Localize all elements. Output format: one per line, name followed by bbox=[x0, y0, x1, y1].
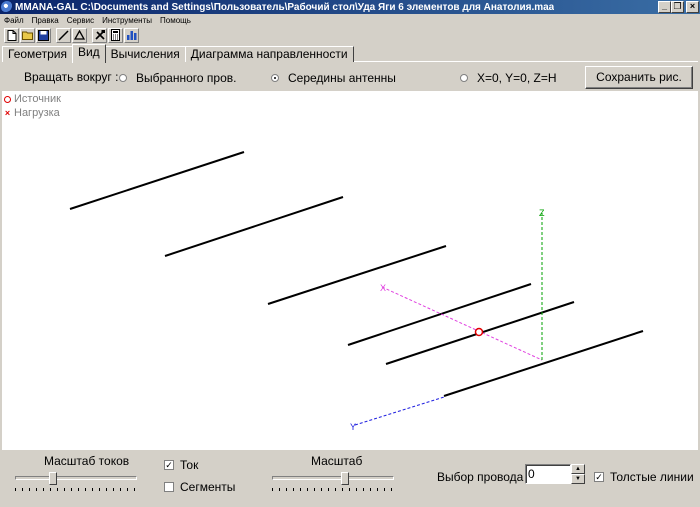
slider-thumb[interactable] bbox=[49, 472, 57, 485]
menu-edit[interactable]: Правка bbox=[28, 16, 63, 25]
save-picture-button[interactable]: Сохранить рис. bbox=[585, 66, 693, 89]
antenna-element bbox=[69, 151, 245, 210]
toolbar bbox=[0, 26, 700, 44]
new-file-icon bbox=[7, 29, 16, 41]
chart-icon bbox=[126, 31, 136, 40]
wire-select-input[interactable]: 0 bbox=[525, 464, 571, 484]
y-axis-label: Y bbox=[350, 422, 356, 432]
tools-icon bbox=[94, 30, 105, 40]
x-axis-label: X bbox=[380, 283, 386, 293]
title-bar: MMANA-GAL C:\Documents and Settings\Поль… bbox=[0, 0, 700, 14]
wire-line-icon bbox=[58, 29, 69, 41]
tab-bar: Геометрия Вид Вычисления Диаграмма напра… bbox=[2, 44, 354, 63]
wire-select-label: Выбор провода bbox=[437, 470, 524, 484]
spin-down-icon[interactable]: ▼ bbox=[571, 474, 585, 484]
current-checkbox[interactable]: ✓ Ток bbox=[164, 458, 198, 472]
triangle-tool-button[interactable] bbox=[72, 27, 87, 43]
checkbox-box: ✓ bbox=[164, 460, 174, 470]
checkbox-box: ✓ bbox=[594, 472, 604, 482]
bottom-controls: Масштаб токов ✓ Ток Сегменты Масштаб Выб… bbox=[0, 450, 700, 507]
radio-dot bbox=[119, 74, 127, 82]
radio-origin[interactable]: X=0, Y=0, Z=H bbox=[460, 71, 557, 85]
open-file-button[interactable] bbox=[20, 27, 35, 43]
radio-label: Середины антенны bbox=[288, 71, 396, 85]
x-axis bbox=[381, 286, 543, 361]
thick-lines-checkbox[interactable]: ✓ Толстые линии bbox=[594, 470, 694, 484]
radio-dot bbox=[460, 74, 468, 82]
current-scale-slider[interactable] bbox=[15, 472, 137, 491]
save-disk-icon bbox=[38, 29, 49, 41]
slider-thumb[interactable] bbox=[341, 472, 349, 485]
z-axis-label: Z bbox=[539, 208, 545, 218]
save-button[interactable] bbox=[36, 27, 51, 43]
spin-up-icon[interactable]: ▲ bbox=[571, 464, 585, 474]
calculator-button[interactable] bbox=[108, 27, 123, 43]
antenna-element bbox=[347, 283, 532, 346]
rotate-options: Вращать вокруг : Выбранного пров. Середи… bbox=[0, 64, 700, 90]
antenna-element bbox=[443, 330, 644, 397]
wire-select-spinner[interactable]: ▲ ▼ bbox=[571, 464, 585, 484]
antenna-3d-view: X Y Z bbox=[69, 151, 644, 432]
scale-label: Масштаб bbox=[311, 454, 363, 468]
radio-antenna-center[interactable]: Середины антенны bbox=[271, 71, 396, 85]
restore-button[interactable]: ❐ bbox=[671, 1, 684, 13]
tab-calculations[interactable]: Вычисления bbox=[104, 46, 186, 62]
chart-button[interactable] bbox=[124, 27, 139, 43]
minimize-button[interactable]: _ bbox=[658, 1, 671, 13]
window-title: MMANA-GAL C:\Documents and Settings\Поль… bbox=[15, 1, 555, 13]
new-file-button[interactable] bbox=[4, 27, 19, 43]
menu-help[interactable]: Помощь bbox=[156, 16, 195, 25]
y-axis bbox=[354, 396, 445, 426]
menu-bar: Файл Правка Сервис Инструменты Помощь bbox=[0, 14, 700, 26]
radio-label: Выбранного пров. bbox=[136, 71, 237, 85]
wire-tool-button[interactable] bbox=[56, 27, 71, 43]
menu-service[interactable]: Сервис bbox=[63, 16, 98, 25]
current-checkbox-label: Ток bbox=[180, 458, 199, 472]
segments-checkbox[interactable]: Сегменты bbox=[164, 480, 235, 494]
thick-lines-label: Толстые линии bbox=[610, 470, 694, 484]
current-scale-label: Масштаб токов bbox=[44, 454, 130, 468]
antenna-element bbox=[267, 245, 447, 305]
app-icon bbox=[1, 1, 13, 13]
antenna-element bbox=[164, 196, 344, 257]
rotate-label: Вращать вокруг : bbox=[24, 70, 119, 84]
checkbox-box bbox=[164, 482, 174, 492]
triangle-icon bbox=[74, 30, 85, 40]
window-controls: _ ❐ × bbox=[658, 1, 699, 13]
menu-file[interactable]: Файл bbox=[0, 16, 28, 25]
scale-slider[interactable] bbox=[272, 472, 394, 491]
tools-button[interactable] bbox=[92, 27, 107, 43]
source-marker bbox=[474, 327, 484, 337]
menu-tools[interactable]: Инструменты bbox=[98, 16, 156, 25]
tab-radiation-pattern[interactable]: Диаграмма направленности bbox=[184, 46, 354, 62]
tab-geometry[interactable]: Геометрия bbox=[2, 46, 73, 62]
tab-view[interactable]: Вид bbox=[71, 44, 106, 63]
open-folder-icon bbox=[21, 31, 33, 40]
calculator-icon bbox=[111, 29, 120, 41]
antenna-view-canvas[interactable]: Источник × Нагрузка X Y Z bbox=[2, 91, 698, 450]
radio-dot bbox=[271, 74, 279, 82]
radio-label: X=0, Y=0, Z=H bbox=[477, 71, 557, 85]
segments-checkbox-label: Сегменты bbox=[180, 480, 236, 494]
close-button[interactable]: × bbox=[686, 1, 699, 13]
radio-selected-wire[interactable]: Выбранного пров. bbox=[119, 71, 236, 85]
